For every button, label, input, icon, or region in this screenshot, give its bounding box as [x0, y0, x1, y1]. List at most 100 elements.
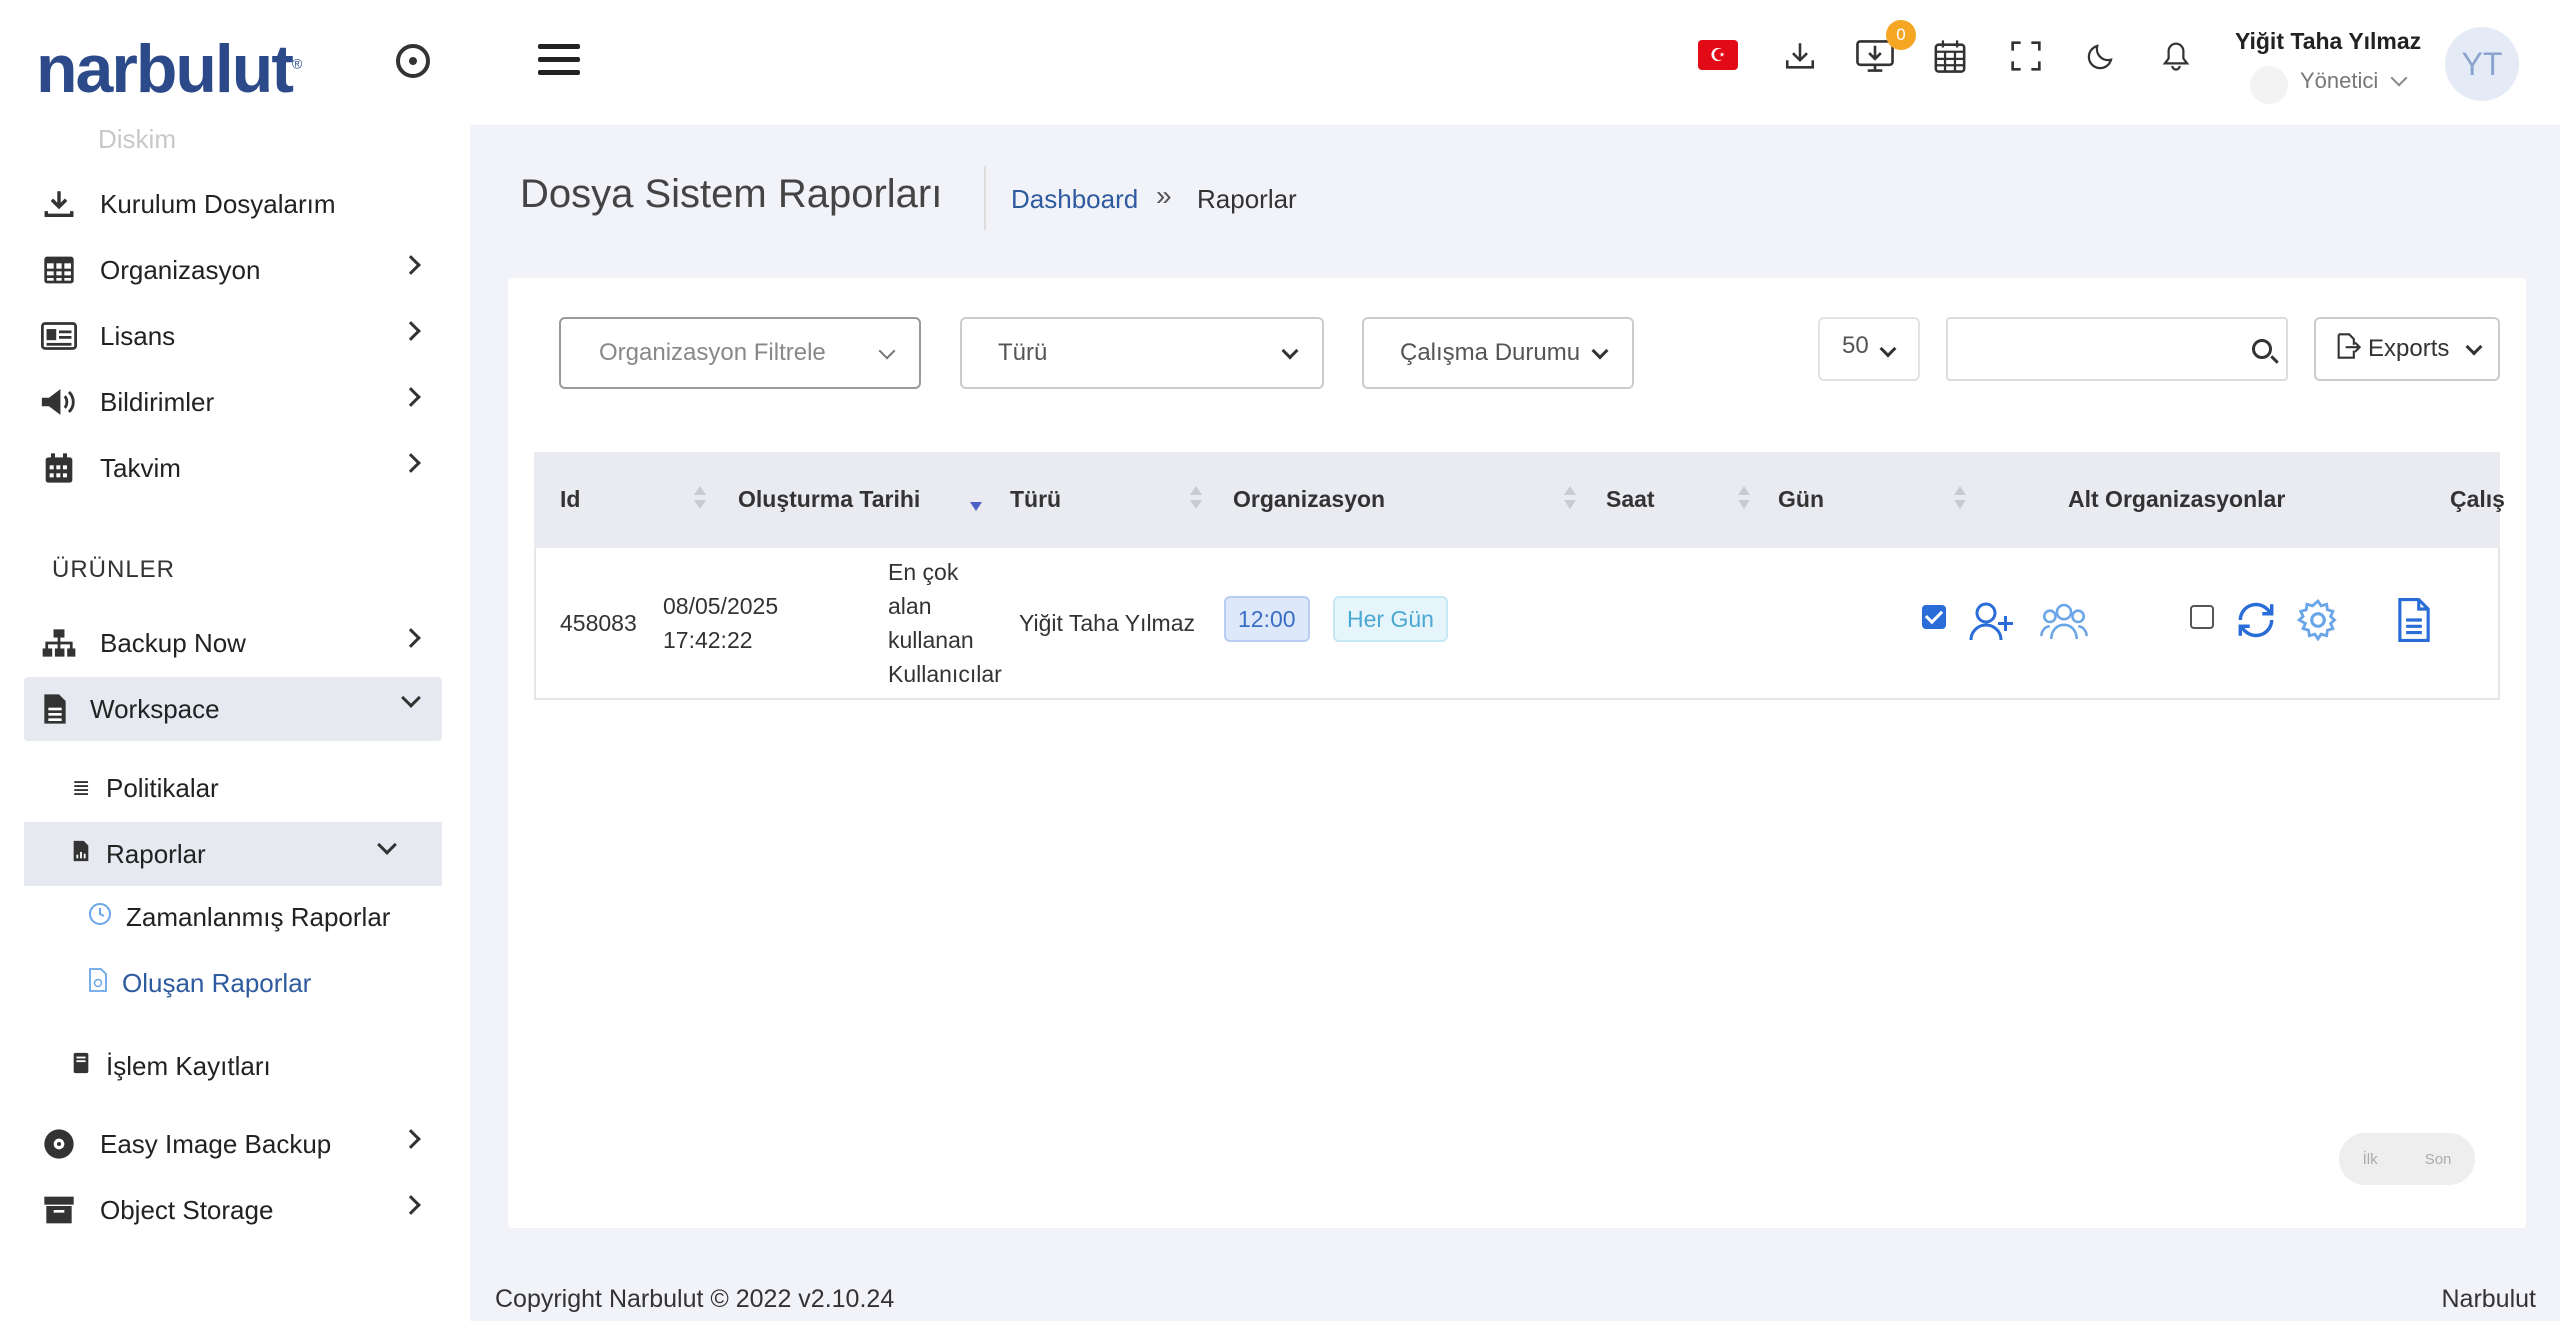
- chevron-right-icon: [401, 453, 421, 473]
- sort-icon[interactable]: [1738, 486, 1750, 512]
- sidebar-item-kurulum[interactable]: Kurulum Dosyalarım: [24, 172, 442, 236]
- sidebar-item-takvim[interactable]: Takvim: [24, 436, 442, 500]
- add-user-icon[interactable]: [1968, 598, 2016, 646]
- chevron-right-icon: [401, 1195, 421, 1215]
- sidebar-toggle-icon[interactable]: [396, 44, 430, 78]
- column-header-organization[interactable]: Organizasyon: [1233, 486, 1385, 513]
- title-divider: [984, 166, 986, 230]
- column-header-type[interactable]: Türü: [1010, 486, 1061, 513]
- avatar[interactable]: YT: [2445, 27, 2519, 101]
- chevron-down-icon: [377, 835, 397, 855]
- cell-organization: Yiğit Taha Yılmaz: [1019, 610, 1196, 636]
- sidebar-item-bildirimler[interactable]: Bildirimler: [24, 370, 442, 434]
- sidebar-item-label: Bildirimler: [100, 386, 215, 417]
- sidebar-item-backup-now[interactable]: Backup Now: [24, 611, 442, 675]
- sidebar-item-label: Zamanlanmış Raporlar: [126, 902, 391, 932]
- calendar-icon[interactable]: [1930, 36, 1970, 76]
- sidebar-item-lisans[interactable]: Lisans: [24, 304, 442, 368]
- sidebar-item-object-storage[interactable]: Object Storage: [24, 1178, 442, 1242]
- sidebar-item-label: Workspace: [90, 693, 220, 724]
- id-card-icon: [38, 319, 80, 353]
- user-role[interactable]: Yönetici: [2300, 68, 2378, 94]
- bell-icon[interactable]: [2156, 36, 2196, 76]
- pagination-last[interactable]: Son: [2425, 1151, 2452, 1168]
- file-chart-icon: [72, 840, 94, 868]
- sidebar-item-label: Takvim: [100, 452, 181, 483]
- users-group-icon[interactable]: [2040, 598, 2088, 646]
- exports-button[interactable]: Exports: [2314, 317, 2500, 381]
- user-name[interactable]: Yiğit Taha Yılmaz: [2235, 28, 2421, 55]
- chevron-down-icon: [1281, 342, 1299, 360]
- gear-icon[interactable]: [2296, 598, 2344, 646]
- sidebar-item-olusan-raporlar[interactable]: Oluşan Raporlar: [88, 968, 311, 999]
- breadcrumb-dashboard[interactable]: Dashboard: [1011, 184, 1138, 215]
- book-icon: [72, 1052, 94, 1080]
- sort-icon[interactable]: [1954, 486, 1966, 512]
- table-grid-icon: [38, 253, 80, 287]
- sort-icon[interactable]: [694, 486, 706, 512]
- chevron-right-icon: [401, 628, 421, 648]
- sidebar-item-politikalar[interactable]: ≣ Politikalar: [24, 756, 442, 820]
- cell-type: En çok alan kullanan Kullanıcılar: [888, 559, 1002, 687]
- sidebar-item-label: Diskim: [98, 124, 176, 154]
- column-header-date[interactable]: Oluşturma Tarihi: [738, 486, 920, 513]
- sidebar-item-easy-image-backup[interactable]: Easy Image Backup: [24, 1112, 442, 1176]
- chevron-right-icon: [401, 1129, 421, 1149]
- refresh-icon[interactable]: [2234, 598, 2282, 646]
- status-checkbox[interactable]: [2190, 605, 2214, 629]
- sidebar-item-raporlar[interactable]: Raporlar: [24, 822, 442, 886]
- sidebar-item-label: Organizasyon: [100, 254, 261, 285]
- column-header-status: Çalış: [2450, 486, 2505, 512]
- sidebar-item-label: Easy Image Backup: [100, 1128, 332, 1159]
- sidebar-item-label: İşlem Kayıtları: [106, 1050, 271, 1081]
- organization-filter-select[interactable]: Organizasyon Filtrele: [559, 317, 921, 389]
- column-header-time[interactable]: Saat: [1606, 486, 1655, 513]
- sidebar-item-diskim[interactable]: Diskim: [40, 124, 176, 155]
- turkish-flag-icon[interactable]: ☪: [1698, 40, 1738, 70]
- sidebar-item-zamanlanmis-raporlar[interactable]: Zamanlanmış Raporlar: [88, 902, 390, 933]
- sub-organizations-checkbox[interactable]: [1922, 605, 1946, 629]
- column-header-day[interactable]: Gün: [1778, 486, 1824, 513]
- type-filter-select[interactable]: Türü: [960, 317, 1324, 389]
- footer-brand[interactable]: Narbulut: [2442, 1285, 2537, 1314]
- file-icon: [34, 692, 76, 726]
- sidebar-item-workspace[interactable]: Workspace: [24, 677, 442, 741]
- narbulut-logo[interactable]: narbulut®: [36, 30, 302, 108]
- page-title: Dosya Sistem Raporları: [520, 172, 943, 216]
- page-size-select[interactable]: 50: [1818, 317, 1920, 381]
- file-doc-icon: [88, 968, 108, 999]
- sort-desc-icon[interactable]: [970, 486, 982, 512]
- hamburger-menu-icon[interactable]: [538, 44, 580, 80]
- moon-icon[interactable]: [2081, 36, 2121, 76]
- sort-icon[interactable]: [1190, 486, 1202, 512]
- day-badge: Her Gün: [1333, 596, 1448, 642]
- chevron-down-icon[interactable]: [2390, 69, 2408, 87]
- top-header: ☪ 0 Yiğit Taha Yılmaz Yönetici YT: [470, 0, 2560, 125]
- status-filter-select[interactable]: Çalışma Durumu: [1362, 317, 1634, 389]
- sidebar-item-islem-kayitlari[interactable]: İşlem Kayıtları: [24, 1034, 442, 1098]
- archive-icon: [38, 1193, 80, 1227]
- sidebar-item-label: Backup Now: [100, 627, 246, 658]
- table-header: Id Oluşturma Tarihi Türü Organizasyon Sa…: [534, 452, 2505, 548]
- calendar-icon: [38, 451, 80, 485]
- disc-icon: [38, 1127, 80, 1161]
- chevron-right-icon: [401, 321, 421, 341]
- sitemap-icon: [38, 626, 80, 660]
- cell-date: 08/05/2025 17:42:22: [663, 593, 779, 653]
- section-label-urunler: ÜRÜNLER: [52, 556, 176, 583]
- chevron-down-icon: [1879, 340, 1897, 358]
- pagination-first[interactable]: İlk: [2363, 1151, 2378, 1168]
- sort-icon[interactable]: [1564, 486, 1576, 512]
- fullscreen-icon[interactable]: [2006, 36, 2046, 76]
- report-document-icon[interactable]: [2394, 598, 2442, 646]
- cell-id: 458083: [560, 610, 637, 636]
- sidebar-item-organizasyon[interactable]: Organizasyon: [24, 238, 442, 302]
- column-header-id[interactable]: Id: [560, 486, 580, 513]
- download-icon[interactable]: [1780, 36, 1820, 76]
- search-input-box[interactable]: [1946, 317, 2288, 381]
- status-indicator: [2250, 66, 2288, 104]
- list-icon: ≣: [72, 775, 91, 800]
- chevron-down-icon: [1591, 342, 1609, 360]
- chevron-right-icon: [401, 255, 421, 275]
- search-input[interactable]: [1958, 319, 2248, 379]
